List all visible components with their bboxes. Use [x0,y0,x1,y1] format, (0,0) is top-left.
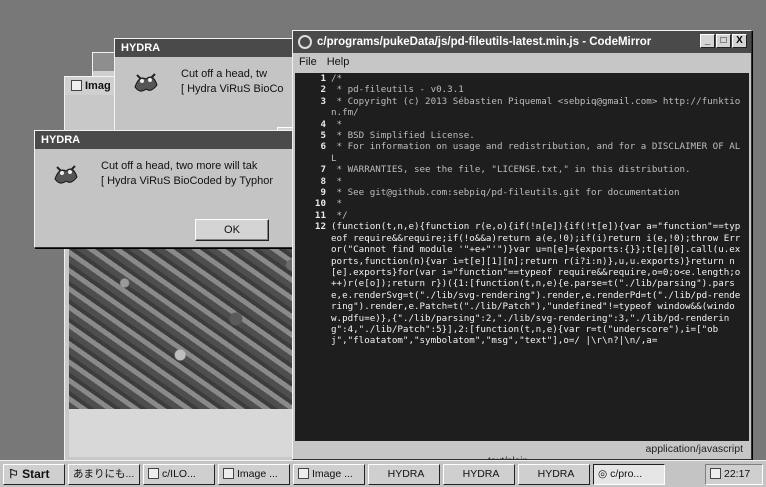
code-line[interactable]: 8 * [295,176,749,187]
code-line[interactable]: 11 */ [295,210,749,221]
line-text: * See git@github.com:sebpiq/pd-fileutils… [331,187,680,199]
taskbar-item-label: c/pro... [610,467,643,480]
start-label: Start [22,466,50,481]
line-text: (function(t,n,e){function r(e,o){if(!n[e… [331,221,741,347]
taskbar-item[interactable]: HYDRA [443,463,515,485]
line-number: 10 [314,198,326,210]
code-line[interactable]: 10 * [295,198,749,209]
taskbar-item[interactable]: c/ILO... [143,463,215,485]
taskbar: ⚐ Start あまりにも... c/ILO... Image ... Imag… [0,460,766,487]
line-text: /* [331,73,343,84]
app-icon [298,35,312,49]
network-icon[interactable] [710,467,721,479]
close-button[interactable]: X [732,34,747,48]
message-line-2: [ Hydra ViRuS BioCo [181,83,284,95]
maximize-button[interactable]: □ [716,34,731,48]
line-number: 6 [320,141,326,153]
menu-help[interactable]: Help [327,56,350,68]
document-icon [148,467,159,479]
line-text: * BSD Simplified License. [331,130,475,142]
code-line[interactable]: 9 * See git@github.com:sebpiq/pd-fileuti… [295,187,749,198]
start-flag-icon: ⚐ [8,466,19,481]
line-number: 9 [320,187,326,199]
line-number: 1 [320,73,326,84]
code-line[interactable]: 12 (function(t,n,e){function r(e,o){if(!n… [295,221,749,346]
minimize-button[interactable]: _ [700,34,715,48]
code-line[interactable]: 3 * Copyright (c) 2013 Sébastien Piquema… [295,96,749,119]
code-line[interactable]: 2 * pd-fileutils - v0.3.1 [295,84,749,95]
line-text: * WARRANTIES, see the file, "LICENSE.txt… [331,164,691,176]
line-number: 12 [314,221,326,233]
message-line-2: [ Hydra ViRuS BioCoded by Typhor [101,175,274,187]
taskbar-item[interactable]: HYDRA [518,463,590,485]
system-tray: 22:17 [705,463,763,485]
hydra-dialog-front[interactable]: HYDRA Cut off a head, two more will tak … [34,130,304,248]
taskbar-item[interactable]: あまりにも... [68,463,140,485]
hydra-dialog-front-titlebar[interactable]: HYDRA [35,131,303,149]
line-text: * [331,175,343,187]
hydra-icon [134,73,158,92]
hydra-icon [54,165,78,184]
message-line-1: Cut off a head, tw [181,68,268,80]
codemirror-titlebar[interactable]: c/programs/pukeData/js/pd-fileutils-late… [293,31,751,53]
line-number: 11 [314,209,326,221]
ok-button[interactable]: OK [195,219,269,241]
line-text: * [331,118,343,130]
code-line[interactable]: 6 * For information on usage and redistr… [295,141,749,164]
message-line-1: Cut off a head, two more will tak [101,160,258,172]
line-number: 2 [320,84,326,96]
window-controls: _ □ X [700,34,747,48]
line-number: 7 [320,164,326,176]
taskbar-item[interactable]: HYDRA [368,463,440,485]
taskbar-item-active[interactable]: ◎ c/pro... [593,463,665,485]
taskbar-item-label: Image ... [237,467,278,480]
image-icon [223,467,234,479]
image-file-icon [71,80,82,91]
line-text: */ [331,209,348,221]
mode-status: application/javascript [645,443,743,455]
hydra-dialog-back-titlebar[interactable]: HYDRA [115,39,313,57]
hydra-dialog-back-message: Cut off a head, tw [ Hydra ViRuS BioCo [181,67,284,97]
line-number: 8 [320,175,326,187]
line-number: 4 [320,118,326,130]
code-line[interactable]: 5 * BSD Simplified License. [295,130,749,141]
start-button[interactable]: ⚐ Start [3,463,65,485]
hydra-dialog-front-message: Cut off a head, two more will tak [ Hydr… [101,159,273,189]
menu-file[interactable]: File [299,56,317,68]
code-line[interactable]: 1 /* [295,73,749,84]
line-number: 3 [320,95,326,107]
codemirror-window[interactable]: c/programs/pukeData/js/pd-fileutils-late… [292,30,752,460]
taskbar-item[interactable]: Image ... [293,463,365,485]
line-text: * [331,198,343,210]
taskbar-item-label: c/ILO... [162,467,196,480]
menubar: File Help [293,53,751,71]
image-icon [298,467,309,479]
line-text: * Copyright (c) 2013 Sébastien Piquemal … [331,95,741,119]
code-line[interactable]: 4 * [295,119,749,130]
taskbar-item-label: Image ... [312,467,353,480]
image-window-title: Imag [85,80,111,92]
line-number: 5 [320,130,326,142]
code-line[interactable]: 7 * WARRANTIES, see the file, "LICENSE.t… [295,164,749,175]
codemirror-title: c/programs/pukeData/js/pd-fileutils-late… [317,36,652,48]
line-text: * pd-fileutils - v0.3.1 [331,84,464,96]
codemirror-app-icon: ◎ [598,467,611,480]
taskbar-item[interactable]: Image ... [218,463,290,485]
line-text: * For information on usage and redistrib… [331,141,741,164]
clock: 22:17 [724,467,751,480]
code-editor[interactable]: 1/* 2 * pd-fileutils - v0.3.1 3 * Copyrigh… [295,73,749,441]
